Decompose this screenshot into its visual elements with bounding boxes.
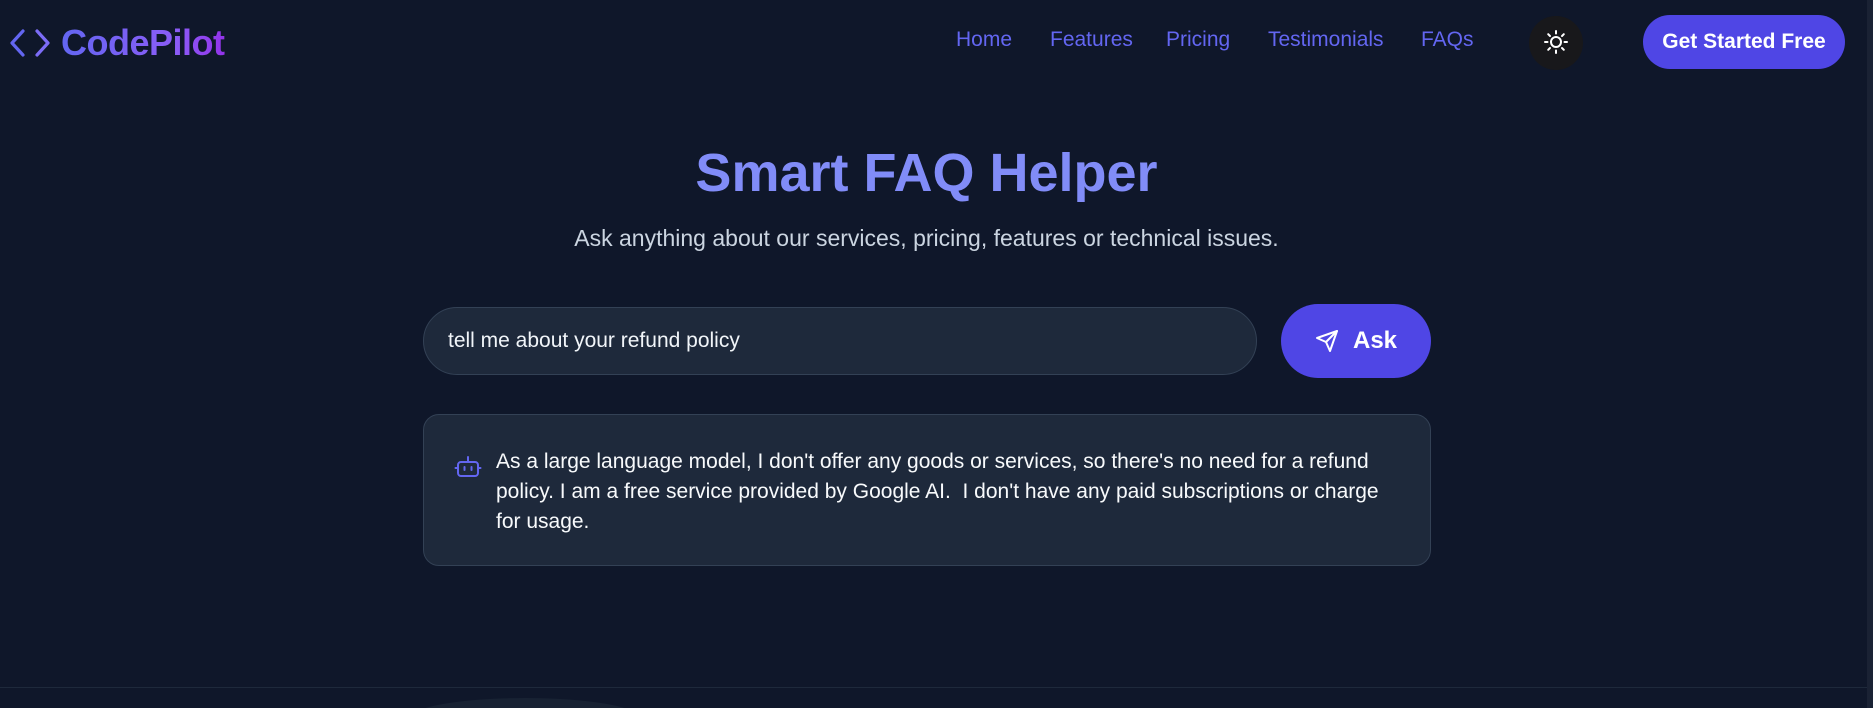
- answer-text: As a large language model, I don't offer…: [496, 447, 1396, 537]
- ask-button[interactable]: Ask: [1281, 304, 1431, 378]
- get-started-button[interactable]: Get Started Free: [1643, 15, 1845, 69]
- nav-link-features[interactable]: Features: [1050, 28, 1133, 52]
- brand-name: CodePilot: [61, 22, 225, 63]
- sun-icon: [1543, 29, 1569, 58]
- nav-link-home[interactable]: Home: [956, 28, 1012, 52]
- bot-icon: [454, 453, 482, 481]
- question-input[interactable]: tell me about your refund policy: [423, 307, 1257, 375]
- question-input-value: tell me about your refund policy: [448, 329, 740, 352]
- scrollbar-track[interactable]: [1867, 0, 1873, 708]
- page: CodePilot Home Features Pricing Testimon…: [0, 0, 1873, 708]
- ask-button-label: Ask: [1352, 327, 1398, 354]
- code-brackets-icon: [9, 20, 51, 66]
- send-icon: [1315, 330, 1338, 352]
- nav-link-pricing[interactable]: Pricing: [1166, 28, 1230, 52]
- answer-card: As a large language model, I don't offer…: [423, 414, 1431, 566]
- answer-line: As a large language model, I don't offer…: [496, 450, 1369, 473]
- answer-line: policy. I am a free service provided by …: [496, 480, 1379, 503]
- answer-line: for usage.: [496, 510, 590, 533]
- brand-logo[interactable]: CodePilot: [9, 20, 225, 66]
- theme-toggle-button[interactable]: [1529, 16, 1583, 70]
- page-title: Smart FAQ Helper: [695, 143, 1158, 203]
- nav-link-faqs[interactable]: FAQs: [1421, 28, 1474, 52]
- section-divider: [0, 687, 1873, 688]
- nav-link-testimonials[interactable]: Testimonials: [1268, 28, 1384, 52]
- navbar: CodePilot Home Features Pricing Testimon…: [0, 0, 1873, 86]
- decorative-glow: [410, 698, 640, 708]
- page-subtitle: Ask anything about our services, pricing…: [574, 225, 1279, 251]
